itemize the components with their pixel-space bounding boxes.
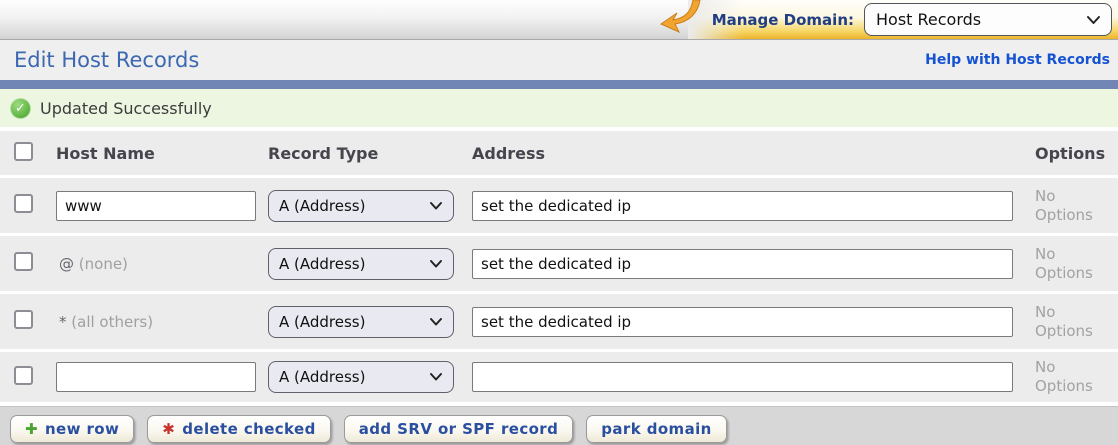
host-symbol: @ <box>59 255 74 273</box>
record-type-select[interactable]: A (Address) <box>268 248 454 280</box>
delete-asterisk-icon: ✱ <box>162 420 175 438</box>
address-input[interactable] <box>472 249 1013 279</box>
title-bar: Edit Host Records Help with Host Records <box>0 40 1118 80</box>
gold-swoosh-arrow-icon <box>660 0 702 34</box>
options-cell: No Options <box>1013 245 1108 283</box>
host-note: (none) <box>79 255 128 273</box>
record-type-select[interactable]: A (Address) <box>268 361 454 393</box>
col-header-record-type: Record Type <box>268 144 472 163</box>
options-cell: No Options <box>1013 303 1108 341</box>
row-checkbox[interactable] <box>14 252 33 271</box>
host-note: (all others) <box>71 313 153 331</box>
plus-icon: ✚ <box>25 420 38 438</box>
col-header-address: Address <box>472 144 1013 163</box>
table-row: * (all others) A (Address) No Options <box>0 294 1118 349</box>
success-message: Updated Successfully <box>40 99 212 118</box>
blue-divider <box>0 80 1118 89</box>
manage-domain-select-wrap: Host Records <box>864 3 1112 36</box>
top-bar: Manage Domain: Host Records <box>0 0 1118 40</box>
address-input[interactable] <box>472 307 1013 337</box>
park-domain-button[interactable]: park domain <box>586 415 726 443</box>
address-input[interactable] <box>472 362 1013 392</box>
options-cell: No Options <box>1013 187 1108 225</box>
record-type-select[interactable]: A (Address) <box>268 306 454 338</box>
table-header-row: Host Name Record Type Address Options <box>0 131 1118 175</box>
row-checkbox[interactable] <box>14 310 33 329</box>
manage-domain-label: Manage Domain: <box>712 11 854 29</box>
row-checkbox[interactable] <box>14 194 33 213</box>
host-symbol: * <box>59 313 67 331</box>
success-banner: ✓ Updated Successfully <box>0 89 1118 127</box>
col-header-options: Options <box>1013 144 1118 163</box>
address-input[interactable] <box>472 191 1013 221</box>
row-checkbox[interactable] <box>14 366 33 385</box>
col-header-host-name: Host Name <box>56 144 268 163</box>
table-row: @ (none) A (Address) No Options <box>0 236 1118 291</box>
host-name-input[interactable] <box>56 362 256 392</box>
record-type-select[interactable]: A (Address) <box>268 190 454 222</box>
help-link[interactable]: Help with Host Records <box>925 52 1110 68</box>
delete-checked-button[interactable]: ✱ delete checked <box>147 415 330 443</box>
page-title: Edit Host Records <box>14 48 199 72</box>
host-name-input[interactable] <box>56 191 256 221</box>
table-row: A (Address) No Options <box>0 352 1118 402</box>
new-row-button[interactable]: ✚ new row <box>10 415 134 443</box>
success-check-icon: ✓ <box>10 98 31 119</box>
options-cell: No Options <box>1013 358 1108 396</box>
select-all-checkbox[interactable] <box>14 142 33 161</box>
manage-domain-select[interactable]: Host Records <box>864 3 1112 36</box>
table-row: A (Address) No Options <box>0 178 1118 233</box>
add-srv-spf-button[interactable]: add SRV or SPF record <box>344 415 574 443</box>
action-button-bar: ✚ new row ✱ delete checked add SRV or SP… <box>0 406 1118 445</box>
